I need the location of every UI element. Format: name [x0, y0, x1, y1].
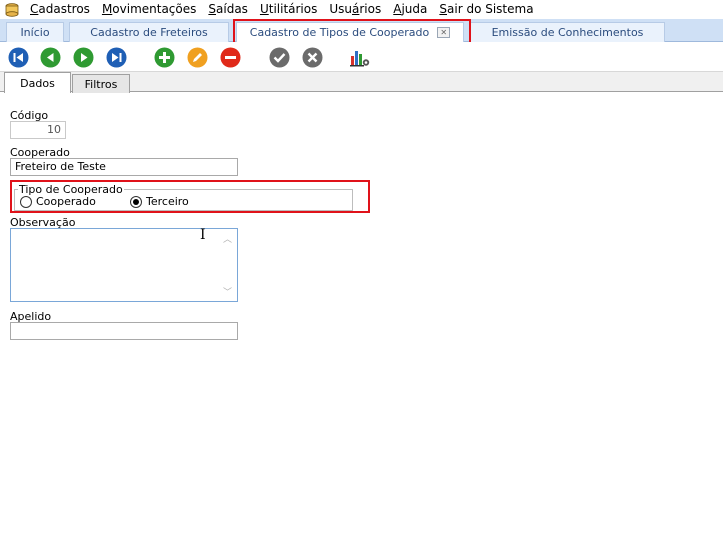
menu-label: aídas — [216, 2, 248, 16]
close-icon[interactable]: ✕ — [437, 27, 451, 38]
next-record-icon — [73, 47, 94, 68]
radio-cooperado[interactable]: Cooperado — [20, 195, 96, 208]
tab-label: Dados — [20, 76, 55, 90]
scroll-down-icon[interactable]: ﹀ — [223, 285, 232, 298]
tab-cadastro-tipos-cooperado[interactable]: Cadastro de Tipos de Cooperado ✕ — [236, 22, 464, 42]
tab-label: Início — [20, 26, 50, 39]
observacao-scrollbar[interactable]: ︿ ﹀ — [220, 230, 236, 300]
menu-ajuda[interactable]: Ajuda — [387, 0, 433, 19]
document-tab-strip: Início Cadastro de Freteiros Cadastro de… — [0, 19, 723, 42]
tab-label: Cadastro de Freteiros — [90, 26, 208, 39]
menu-usuarios[interactable]: Usuários — [323, 0, 387, 19]
first-record-button[interactable] — [8, 47, 29, 68]
cooperado-field[interactable]: Freteiro de Teste — [10, 158, 238, 176]
menu-movimentacoes[interactable]: Movimentações — [96, 0, 202, 19]
report-button[interactable] — [350, 47, 371, 68]
cancel-button[interactable] — [302, 47, 323, 68]
menu-sair[interactable]: Sair do Sistema — [433, 0, 539, 19]
menu-cadastros[interactable]: Cadastros — [24, 0, 96, 19]
add-icon — [154, 47, 175, 68]
edit-icon — [187, 47, 208, 68]
menu-utilitarios[interactable]: Utilitários — [254, 0, 323, 19]
tab-cadastro-freteiros[interactable]: Cadastro de Freteiros — [69, 22, 229, 42]
radio-label: Terceiro — [146, 195, 189, 208]
confirm-button[interactable] — [269, 47, 290, 68]
add-button[interactable] — [154, 47, 175, 68]
confirm-icon — [269, 47, 290, 68]
tab-filtros[interactable]: Filtros — [72, 74, 130, 93]
inner-tab-strip: Dados Filtros — [0, 72, 723, 93]
previous-record-icon — [40, 47, 61, 68]
text-cursor-icon: I — [200, 227, 206, 243]
toolbar — [0, 42, 723, 72]
menu-label: air do Sistema — [447, 2, 534, 16]
radio-terceiro[interactable]: Terceiro — [130, 195, 189, 208]
menu-mnemonic: S — [439, 2, 448, 16]
tab-label: Emissão de Conhecimentos — [491, 26, 644, 39]
next-record-button[interactable] — [73, 47, 94, 68]
tab-label: Filtros — [84, 77, 118, 91]
tab-inicio[interactable]: Início — [6, 22, 64, 42]
tab-dados[interactable]: Dados — [4, 72, 71, 93]
menu-mnemonic: S — [208, 2, 217, 16]
last-record-icon — [106, 47, 127, 68]
menu-mnemonic: U — [259, 2, 269, 16]
cancel-icon — [302, 47, 323, 68]
first-record-icon — [8, 47, 29, 68]
scroll-up-icon[interactable]: ︿ — [223, 232, 232, 245]
menu-mnemonic: M — [101, 2, 113, 16]
menu-label: ovimentações — [112, 2, 197, 16]
tab-emissao-conhecimentos[interactable]: Emissão de Conhecimentos — [470, 22, 665, 42]
menu-saidas[interactable]: Saídas — [202, 0, 254, 19]
previous-record-button[interactable] — [40, 47, 61, 68]
apelido-field[interactable] — [10, 322, 238, 340]
radio-unchecked-icon — [20, 195, 32, 208]
menu-bar: Cadastros Movimentações Saídas Utilitári… — [0, 0, 723, 19]
edit-button[interactable] — [187, 47, 208, 68]
report-chart-icon — [350, 51, 370, 67]
menu-label: tilitários — [268, 2, 318, 16]
codigo-field[interactable]: 10 — [10, 121, 66, 139]
delete-icon — [220, 47, 241, 68]
last-record-button[interactable] — [106, 47, 127, 68]
tab-label: Cadastro de Tipos de Cooperado — [249, 26, 430, 39]
radio-checked-icon — [130, 195, 142, 208]
delete-button[interactable] — [220, 47, 241, 68]
menu-label: rios — [359, 2, 382, 16]
menu-label: juda — [401, 2, 428, 16]
menu-label: Usu — [329, 2, 353, 16]
radio-label: Cooperado — [36, 195, 96, 208]
app-icon — [5, 2, 19, 17]
menu-label: adastros — [38, 2, 90, 16]
